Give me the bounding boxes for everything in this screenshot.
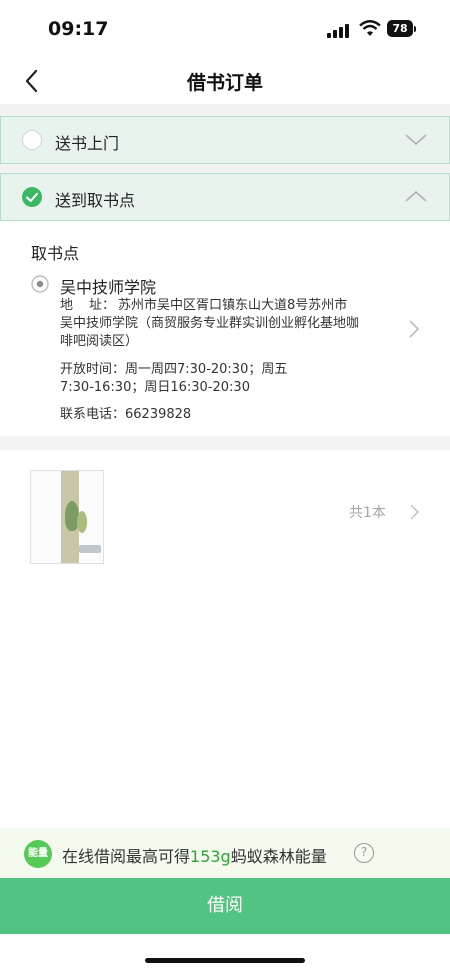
cellular-signal-icon bbox=[327, 24, 349, 38]
energy-text-before: 在线借阅最高可得 bbox=[62, 847, 191, 866]
pickup-site-name: 吴中技师学院 bbox=[60, 278, 157, 297]
energy-reward-banner: 能量 在线借阅最高可得153g蚂蚁森林能量 ? bbox=[0, 828, 450, 878]
address-label-2: 址： bbox=[89, 298, 116, 313]
radio-unselected-icon[interactable] bbox=[22, 130, 42, 150]
energy-amount: 153g bbox=[190, 847, 231, 866]
cover-leaf-art bbox=[77, 511, 87, 533]
navigation-bar: 借书订单 bbox=[0, 58, 450, 104]
energy-badge-icon: 能量 bbox=[24, 840, 52, 868]
chevron-right-icon[interactable] bbox=[408, 503, 420, 521]
energy-text-after: 蚂蚁森林能量 bbox=[230, 847, 327, 866]
status-time: 09:17 bbox=[48, 18, 109, 40]
chevron-right-icon[interactable] bbox=[406, 318, 422, 340]
book-count: 共1本 bbox=[349, 505, 386, 521]
help-icon[interactable]: ? bbox=[354, 843, 374, 863]
top-divider bbox=[0, 104, 450, 116]
option-pickup-point[interactable]: 送到取书点 bbox=[0, 173, 450, 221]
location-radio-icon bbox=[31, 275, 49, 293]
option-divider bbox=[0, 164, 450, 173]
chevron-up-icon[interactable] bbox=[403, 186, 429, 208]
status-bar: 09:17 78 bbox=[0, 0, 450, 58]
option-label: 送到取书点 bbox=[55, 191, 136, 210]
contact-phone: 联系电话：66239828 bbox=[60, 407, 192, 422]
option-label: 送书上门 bbox=[55, 134, 120, 153]
opening-hours-line-1: 开放时间：周一周四7:30-20:30；周五 bbox=[60, 362, 288, 377]
chevron-down-icon[interactable] bbox=[403, 129, 429, 151]
section-divider bbox=[0, 436, 450, 450]
home-indicator bbox=[145, 958, 305, 963]
battery-icon: 78 bbox=[387, 20, 413, 37]
pickup-section-title: 取书点 bbox=[31, 244, 80, 263]
borrow-button[interactable]: 借阅 bbox=[0, 878, 450, 934]
battery-tip bbox=[414, 26, 416, 32]
page-title: 借书订单 bbox=[186, 72, 263, 94]
radio-selected-check-icon[interactable] bbox=[22, 187, 42, 207]
wifi-icon bbox=[359, 20, 381, 36]
address-line-3: 啡吧阅读区） bbox=[60, 334, 139, 349]
book-cover-image[interactable] bbox=[30, 470, 104, 564]
energy-reward-text: 在线借阅最高可得153g蚂蚁森林能量 bbox=[62, 843, 327, 867]
cover-badges bbox=[79, 545, 101, 553]
address-line-2: 吴中技师学院（商贸服务专业群实训创业孵化基地咖 bbox=[60, 316, 360, 331]
address-line-1: 苏州市吴中区胥口镇东山大道8号苏州市 bbox=[118, 298, 348, 313]
option-home-delivery[interactable]: 送书上门 bbox=[0, 116, 450, 164]
opening-hours-line-2: 7:30-16:30；周日16:30-20:30 bbox=[60, 380, 250, 395]
